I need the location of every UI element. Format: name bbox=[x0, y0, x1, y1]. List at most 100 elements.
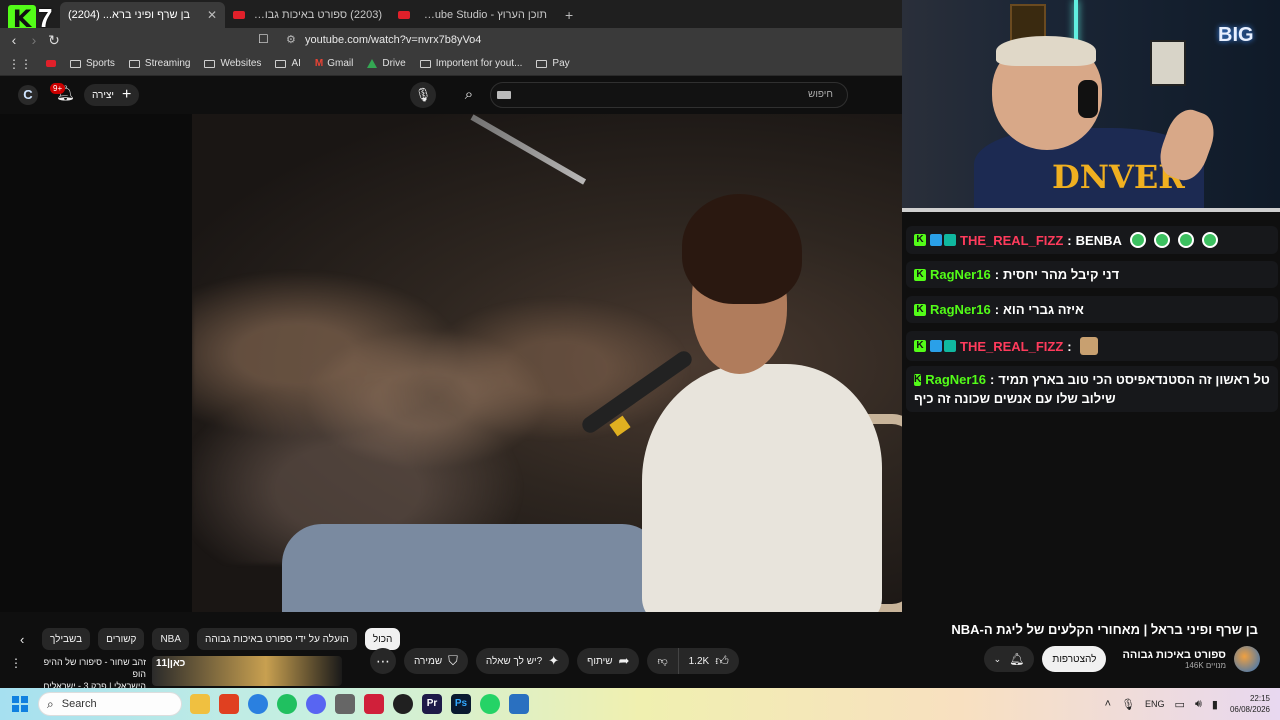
search-input[interactable]: חיפוש bbox=[490, 82, 848, 108]
microphone-tray-icon[interactable]: 🎙︎ bbox=[1121, 698, 1135, 711]
premiere-pro-icon[interactable]: Pr bbox=[422, 694, 442, 714]
chat-message: K THE_REAL_FIZZ : BENBA bbox=[906, 226, 1278, 254]
chip-all[interactable]: הכול bbox=[364, 628, 401, 650]
bookmark-save-icon: ⛉ bbox=[448, 653, 458, 668]
bookmark-drive[interactable]: Drive bbox=[367, 58, 406, 69]
tab-active[interactable]: בן שרף ופיני ברא... (2204) ✕ bbox=[60, 2, 225, 28]
whatsapp-icon[interactable] bbox=[480, 694, 500, 714]
rec-thumbnail[interactable]: כאן|11 bbox=[152, 656, 342, 686]
voice-search-mic-icon[interactable]: 🎙︎ bbox=[410, 82, 436, 108]
video-player[interactable] bbox=[0, 114, 902, 612]
settings-gear-icon[interactable] bbox=[335, 694, 355, 714]
clock[interactable]: 22:15 06/08/2026 bbox=[1230, 693, 1270, 715]
battery-icon[interactable]: ▮ bbox=[1212, 698, 1218, 711]
bookmark-label: Gmail bbox=[327, 58, 354, 69]
save-button[interactable]: שמירה ⛉ bbox=[404, 648, 468, 674]
site-info-icon[interactable]: ⚙ bbox=[286, 33, 296, 46]
channel-info[interactable]: ספורט באיכות גבוהה 146K מנויים bbox=[1122, 649, 1226, 670]
ask-button[interactable]: יש לך שאלה? ✦ bbox=[475, 648, 570, 674]
search-icon[interactable]: ⌕ bbox=[452, 82, 486, 108]
discord-icon[interactable] bbox=[306, 694, 326, 714]
chat-username: THE_REAL_FIZZ bbox=[960, 338, 1064, 354]
notepad-icon[interactable] bbox=[509, 694, 529, 714]
chevron-up-icon[interactable]: ˄ bbox=[1105, 698, 1111, 710]
notification-count-badge: 9+ bbox=[50, 83, 66, 94]
url-field[interactable]: youtube.com/watch?v=nvrx7b8yVo4 bbox=[305, 34, 481, 46]
system-tray: ˄ 🎙︎ ENG ▭ 🔊︎ ▮ 22:15 06/08/2026 bbox=[1095, 688, 1270, 720]
chat-username: RagNer16 bbox=[930, 302, 991, 317]
taskbar-search-label: Search bbox=[61, 698, 97, 710]
spotify-icon[interactable] bbox=[277, 694, 297, 714]
keyboard-icon[interactable] bbox=[497, 91, 511, 99]
chevron-left-icon[interactable]: ‹ bbox=[20, 632, 34, 647]
file-explorer-icon[interactable] bbox=[190, 694, 210, 714]
forward-icon[interactable]: › bbox=[24, 32, 44, 48]
verified-badge-icon bbox=[930, 234, 942, 246]
chip-nba[interactable]: NBA bbox=[152, 628, 189, 650]
apps-grid-icon[interactable]: ⋮⋮ bbox=[8, 57, 32, 71]
bookmark-icon[interactable]: ☐ bbox=[258, 32, 269, 46]
channel-area: ⌄ 🔔︎ להצטרפות ספורט באיכות גבוהה 146K מנ… bbox=[983, 646, 1260, 672]
obs-app-icon[interactable] bbox=[364, 694, 384, 714]
chrome-icon[interactable] bbox=[248, 694, 268, 714]
screen: בן שרף ופיני ברא... (2204) ✕ (2203) ספור… bbox=[0, 0, 1280, 720]
photoshop-icon[interactable]: Ps bbox=[451, 694, 471, 714]
chat-separator: : bbox=[994, 267, 1000, 282]
chip-related[interactable]: קשורים bbox=[98, 628, 145, 650]
more-options-icon[interactable]: ⋮ bbox=[10, 656, 22, 670]
more-actions-icon[interactable]: ⋯ bbox=[370, 648, 396, 674]
bookmark-label: Drive bbox=[382, 58, 406, 69]
windows-taskbar: ⌕ Search Pr Ps ˄ 🎙︎ ENG ▭ 🔊︎ ▮ 22:15 06/… bbox=[0, 688, 1280, 720]
reload-icon[interactable]: ↻ bbox=[44, 32, 64, 49]
chat-username: RagNer16 bbox=[930, 267, 991, 282]
channel-notifications-button[interactable]: ⌄ 🔔︎ bbox=[983, 646, 1035, 672]
chat-separator: : bbox=[1067, 232, 1072, 248]
channel-avatar[interactable] bbox=[1234, 646, 1260, 672]
like-dislike-group: 👎︎ 1.2K 👍︎ bbox=[647, 648, 739, 674]
bookmark-pay[interactable]: Pay bbox=[536, 58, 570, 69]
share-button[interactable]: שיתוף ➦ bbox=[577, 648, 640, 674]
shirt bbox=[642, 364, 882, 612]
back-icon[interactable]: ‹ bbox=[4, 32, 24, 48]
create-button[interactable]: יצירה + bbox=[84, 84, 140, 106]
brave-browser-icon[interactable] bbox=[219, 694, 239, 714]
monitor-icon[interactable]: ▭ bbox=[1175, 698, 1185, 711]
dislike-button[interactable]: 👎︎ bbox=[647, 648, 679, 674]
action-bar: ⋯ שמירה ⛉ יש לך שאלה? ✦ שיתוף ➦ 👎︎ 1.2K … bbox=[370, 648, 747, 674]
subscribe-button[interactable]: להצטרפות bbox=[1042, 646, 1107, 672]
verified-badge-icon bbox=[930, 340, 942, 352]
bookmark-label: Streaming bbox=[144, 58, 191, 69]
save-label: שמירה bbox=[414, 655, 443, 667]
bookmark-websites[interactable]: Websites bbox=[204, 58, 261, 69]
create-label: יצירה bbox=[92, 89, 115, 101]
clock-time: 22:15 bbox=[1249, 694, 1270, 703]
gmail-icon: M bbox=[314, 58, 324, 69]
tab-label: בן שרף ופיני ברא... (2204) bbox=[68, 9, 191, 21]
bookmark-ai[interactable]: AI bbox=[275, 58, 301, 69]
bookmark-gmail[interactable]: M Gmail bbox=[315, 58, 353, 69]
account-avatar[interactable]: C bbox=[18, 85, 38, 105]
close-tab-icon[interactable]: ✕ bbox=[207, 8, 217, 22]
chip-uploaded-by[interactable]: הועלה על ידי ספורט באיכות גבוהה bbox=[197, 628, 357, 650]
obs-studio-icon[interactable] bbox=[393, 694, 413, 714]
like-button[interactable]: 1.2K 👍︎ bbox=[678, 648, 739, 674]
bookmark-important[interactable]: Importent for yout... bbox=[419, 58, 522, 69]
chip-for-you[interactable]: בשבילך bbox=[42, 628, 91, 650]
windows-start-icon[interactable] bbox=[12, 696, 28, 712]
search-placeholder: חיפוש bbox=[808, 89, 833, 100]
channel-name[interactable]: ספורט באיכות גבוהה bbox=[1122, 649, 1226, 661]
taskbar-search[interactable]: ⌕ Search bbox=[38, 692, 182, 716]
volume-icon[interactable]: 🔊︎ bbox=[1195, 698, 1202, 711]
new-tab-icon[interactable]: + bbox=[555, 2, 583, 28]
sparkle-icon: ✦ bbox=[548, 653, 560, 668]
sub-badge-icon bbox=[944, 234, 956, 246]
tab-studio[interactable]: תוכן הערוץ - YouTube Studio bbox=[390, 2, 555, 28]
bookmark-label: Websites bbox=[220, 58, 262, 69]
language-indicator[interactable]: ENG bbox=[1145, 699, 1165, 709]
like-count: 1.2K bbox=[688, 655, 710, 667]
bookmark-sports[interactable]: Sports bbox=[70, 58, 115, 69]
headset-icon bbox=[1078, 80, 1098, 118]
bookmark-streaming[interactable]: Streaming bbox=[128, 58, 191, 69]
tab-channel[interactable]: (2203) ספורט באיכות גבוהה - YouTube bbox=[225, 2, 390, 28]
bookmark-youtube[interactable] bbox=[46, 60, 56, 67]
